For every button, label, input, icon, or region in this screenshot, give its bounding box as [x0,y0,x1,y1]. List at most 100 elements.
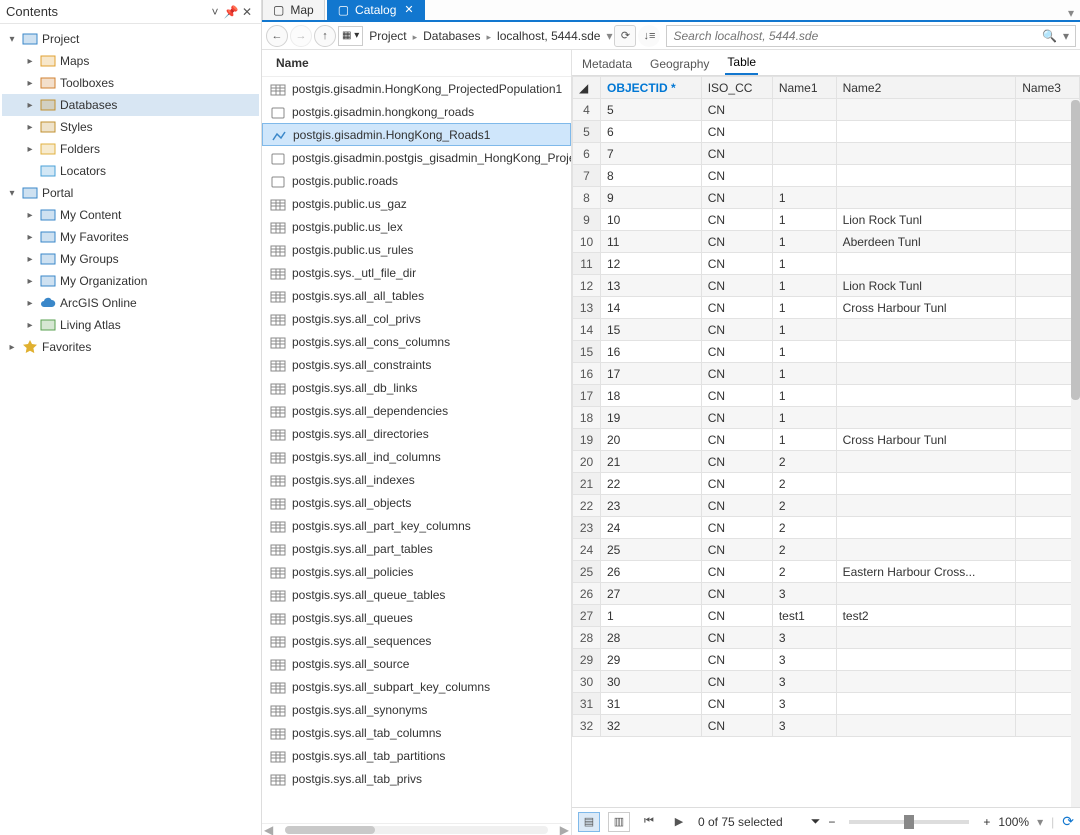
cell[interactable] [1016,649,1080,671]
cell[interactable]: CN [701,341,772,363]
catalog-item[interactable]: postgis.sys.all_queue_tables [262,583,571,606]
horizontal-scrollbar[interactable]: ◀ ▶ [262,823,571,835]
catalog-item[interactable]: postgis.sys.all_synonyms [262,698,571,721]
tree-item-my-groups[interactable]: ▸My Groups [2,248,259,270]
cell[interactable]: CN [701,561,772,583]
table-row[interactable]: 2122CN2 [573,473,1080,495]
cell[interactable]: CN [701,99,772,121]
cell[interactable] [1016,319,1080,341]
cell[interactable] [1016,275,1080,297]
table-row[interactable]: 1516CN1 [573,341,1080,363]
cell[interactable]: 29 [573,649,601,671]
catalog-item[interactable]: postgis.sys.all_subpart_key_columns [262,675,571,698]
cell[interactable]: 15 [601,319,702,341]
sort-button[interactable]: ↓≡ [638,25,660,47]
cell[interactable] [1016,451,1080,473]
cell[interactable] [1016,99,1080,121]
table-row[interactable]: 45CN [573,99,1080,121]
cell[interactable]: 16 [573,363,601,385]
cell[interactable]: CN [701,649,772,671]
cell[interactable]: 30 [601,671,702,693]
cell[interactable]: CN [701,671,772,693]
caret-icon[interactable]: ▸ [24,144,36,155]
cell[interactable]: 2 [772,473,836,495]
cell[interactable]: 10 [601,209,702,231]
cell[interactable]: 21 [601,451,702,473]
cell[interactable]: 25 [601,539,702,561]
cell[interactable]: CN [701,583,772,605]
cell[interactable]: CN [701,121,772,143]
cell[interactable]: 16 [601,341,702,363]
table-row[interactable]: 1314CN1Cross Harbour Tunl [573,297,1080,319]
cell[interactable]: Lion Rock Tunl [836,275,1016,297]
cell[interactable] [1016,143,1080,165]
cell[interactable]: CN [701,605,772,627]
cell[interactable] [1016,165,1080,187]
cell[interactable]: CN [701,253,772,275]
cell[interactable] [1016,363,1080,385]
cell[interactable] [1016,693,1080,715]
cell[interactable] [1016,671,1080,693]
caret-icon[interactable]: ▾ [6,34,18,45]
cell[interactable]: 2 [772,561,836,583]
catalog-item[interactable]: postgis.sys.all_part_key_columns [262,514,571,537]
cell[interactable]: 26 [573,583,601,605]
column-header[interactable]: Name3 [1016,77,1080,99]
breadcrumb-segment[interactable]: localhost, 5444.sde [493,29,604,43]
cell[interactable]: 27 [573,605,601,627]
catalog-item[interactable]: postgis.public.us_rules [262,238,571,261]
attribute-table[interactable]: ◢OBJECTID *ISO_CCName1Name2Name345CN56CN… [572,76,1080,737]
search-box[interactable]: 🔍 ▾ [666,25,1076,47]
catalog-item[interactable]: postgis.sys.all_dependencies [262,399,571,422]
cell[interactable]: 2 [772,539,836,561]
forward-button[interactable]: → [290,25,312,47]
cell[interactable]: 1 [772,209,836,231]
tab-catalog[interactable]: ▢Catalog✕ [327,0,425,20]
cell[interactable]: 11 [573,253,601,275]
cell[interactable] [1016,495,1080,517]
tree-item-locators[interactable]: Locators [2,160,259,182]
cell[interactable]: 15 [573,341,601,363]
cell[interactable]: CN [701,495,772,517]
cell[interactable]: 6 [573,143,601,165]
column-header[interactable]: OBJECTID * [601,77,702,99]
cell[interactable]: CN [701,187,772,209]
catalog-item[interactable]: postgis.sys.all_directories [262,422,571,445]
table-row[interactable]: 89CN1 [573,187,1080,209]
catalog-item[interactable]: postgis.gisadmin.hongkong_roads [262,100,571,123]
caret-icon[interactable]: ▸ [24,298,36,309]
cell[interactable]: 32 [573,715,601,737]
zoom-out-button[interactable]: − [828,815,835,829]
cell[interactable]: 9 [573,209,601,231]
catalog-item[interactable]: postgis.sys.all_all_tables [262,284,571,307]
cell[interactable]: CN [701,319,772,341]
cell[interactable]: 3 [772,715,836,737]
tree-item-databases[interactable]: ▸Databases [2,94,259,116]
dropdown-icon[interactable]: ˅ [207,5,223,19]
tree-item-favorites[interactable]: ▸Favorites [2,336,259,358]
close-icon[interactable]: ✕ [239,5,255,19]
cell[interactable]: 14 [573,319,601,341]
cell[interactable]: 12 [601,253,702,275]
cell[interactable] [1016,627,1080,649]
cell[interactable] [836,649,1016,671]
cell[interactable]: 12 [573,275,601,297]
table-row[interactable]: 1920CN1Cross Harbour Tunl [573,429,1080,451]
table-row[interactable]: 1718CN1 [573,385,1080,407]
cell[interactable] [772,121,836,143]
cell[interactable]: 2 [772,517,836,539]
cell[interactable]: CN [701,407,772,429]
cell[interactable]: CN [701,275,772,297]
refresh-table-button[interactable]: ⟳ [1062,813,1074,830]
cell[interactable]: 1 [772,429,836,451]
cell[interactable] [772,165,836,187]
table-row[interactable]: 3232CN3 [573,715,1080,737]
cell[interactable]: 11 [601,231,702,253]
cell[interactable] [1016,187,1080,209]
cell[interactable]: 13 [601,275,702,297]
show-all-records-button[interactable]: ▤ [578,812,600,832]
catalog-item[interactable]: postgis.public.us_gaz [262,192,571,215]
cell[interactable] [836,627,1016,649]
cell[interactable] [1016,473,1080,495]
cell[interactable] [772,99,836,121]
